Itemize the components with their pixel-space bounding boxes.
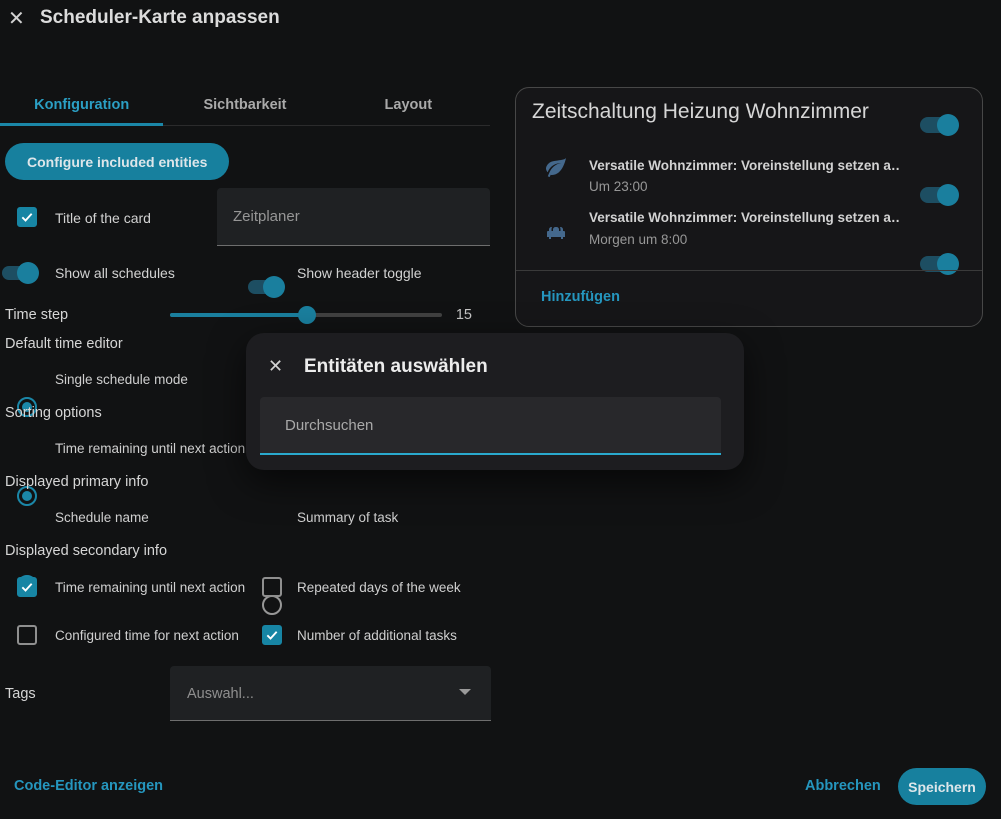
configure-included-entities-button[interactable]: Configure included entities <box>5 143 229 180</box>
card-title-input[interactable] <box>217 188 490 245</box>
title-of-card-label: Title of the card <box>55 210 151 226</box>
toggle-thumb <box>263 276 285 298</box>
schedule-row-subtitle: Morgen um 8:00 <box>589 232 687 247</box>
summary-of-task-radio[interactable] <box>262 595 282 615</box>
toggle-thumb <box>17 262 39 284</box>
summary-of-task-label: Summary of task <box>297 510 398 525</box>
save-button[interactable]: Speichern <box>898 768 986 805</box>
radio-dot <box>22 491 32 501</box>
preview-card-title: Zeitschaltung Heizung Wohnzimmer <box>532 100 869 124</box>
additional-tasks-checkbox[interactable] <box>262 625 282 645</box>
check-icon <box>20 580 34 594</box>
time-remaining-checkbox[interactable] <box>17 577 37 597</box>
tab-bar: Konfiguration Sichtbarkeit Layout <box>0 85 490 126</box>
modal-title: Entitäten auswählen <box>304 356 488 378</box>
primary-info-heading: Displayed primary info <box>5 474 148 490</box>
entity-picker-modal: ✕ Entitäten auswählen <box>246 333 744 470</box>
modal-close-icon[interactable]: ✕ <box>268 355 283 377</box>
schedule-row-toggle[interactable] <box>920 187 956 203</box>
scheduler-preview-card: Zeitschaltung Heizung Wohnzimmer Versati… <box>515 87 983 327</box>
sorting-time-remaining-label: Time remaining until next action <box>55 441 245 456</box>
check-icon <box>20 210 34 224</box>
cancel-button[interactable]: Abbrechen <box>805 778 881 794</box>
sorting-options-heading: Sorting options <box>5 405 102 421</box>
tags-placeholder: Auswahl... <box>187 686 254 702</box>
tab-konfiguration[interactable]: Konfiguration <box>0 85 163 125</box>
configured-time-label: Configured time for next action <box>55 628 239 643</box>
check-icon <box>265 628 279 642</box>
toggle-thumb <box>937 253 959 275</box>
dialog-title: Scheduler-Karte anpassen <box>40 7 280 29</box>
tags-select[interactable]: Auswahl... <box>170 666 491 721</box>
sofa-icon <box>544 220 568 244</box>
show-all-schedules-toggle[interactable] <box>2 266 36 280</box>
tab-layout[interactable]: Layout <box>327 85 490 125</box>
show-all-schedules-label: Show all schedules <box>55 265 175 281</box>
additional-tasks-label: Number of additional tasks <box>297 628 457 643</box>
slider-thumb[interactable] <box>298 306 316 324</box>
scheduler-card-edit-dialog: ✕ Scheduler-Karte anpassen Konfiguration… <box>0 0 1001 819</box>
card-header-toggle[interactable] <box>920 117 956 133</box>
time-remaining-label: Time remaining until next action <box>55 580 245 595</box>
add-schedule-link[interactable]: Hinzufügen <box>541 289 620 305</box>
entity-search-input[interactable] <box>260 397 721 453</box>
time-step-slider[interactable] <box>170 306 442 324</box>
schedule-name-label: Schedule name <box>55 510 149 525</box>
tags-label: Tags <box>5 686 36 702</box>
secondary-info-heading: Displayed secondary info <box>5 543 167 559</box>
leaf-icon <box>544 155 568 179</box>
repeated-days-label: Repeated days of the week <box>297 580 461 595</box>
code-editor-link[interactable]: Code-Editor anzeigen <box>14 778 163 794</box>
card-divider <box>516 270 982 271</box>
chevron-down-icon <box>459 689 471 695</box>
configured-time-checkbox[interactable] <box>17 625 37 645</box>
tab-sichtbarkeit[interactable]: Sichtbarkeit <box>163 85 326 125</box>
repeated-days-checkbox[interactable] <box>262 577 282 597</box>
schedule-row-title[interactable]: Versatile Wohnzimmer: Voreinstellung set… <box>589 158 899 173</box>
show-header-toggle-toggle[interactable] <box>248 280 282 294</box>
entity-search-field <box>260 397 721 455</box>
slider-fill <box>170 313 307 317</box>
schedule-row-subtitle: Um 23:00 <box>589 179 648 194</box>
show-header-toggle-label: Show header toggle <box>297 265 422 281</box>
toggle-thumb <box>937 114 959 136</box>
single-schedule-mode-label: Single schedule mode <box>55 372 188 387</box>
time-step-value: 15 <box>432 307 472 323</box>
title-of-card-checkbox[interactable] <box>17 207 37 227</box>
time-step-label: Time step <box>5 307 68 323</box>
dialog-close-icon[interactable]: ✕ <box>8 8 25 30</box>
toggle-thumb <box>937 184 959 206</box>
default-time-editor-heading: Default time editor <box>5 336 123 352</box>
schedule-row-title[interactable]: Versatile Wohnzimmer: Voreinstellung set… <box>589 210 899 225</box>
card-title-field <box>217 188 490 246</box>
